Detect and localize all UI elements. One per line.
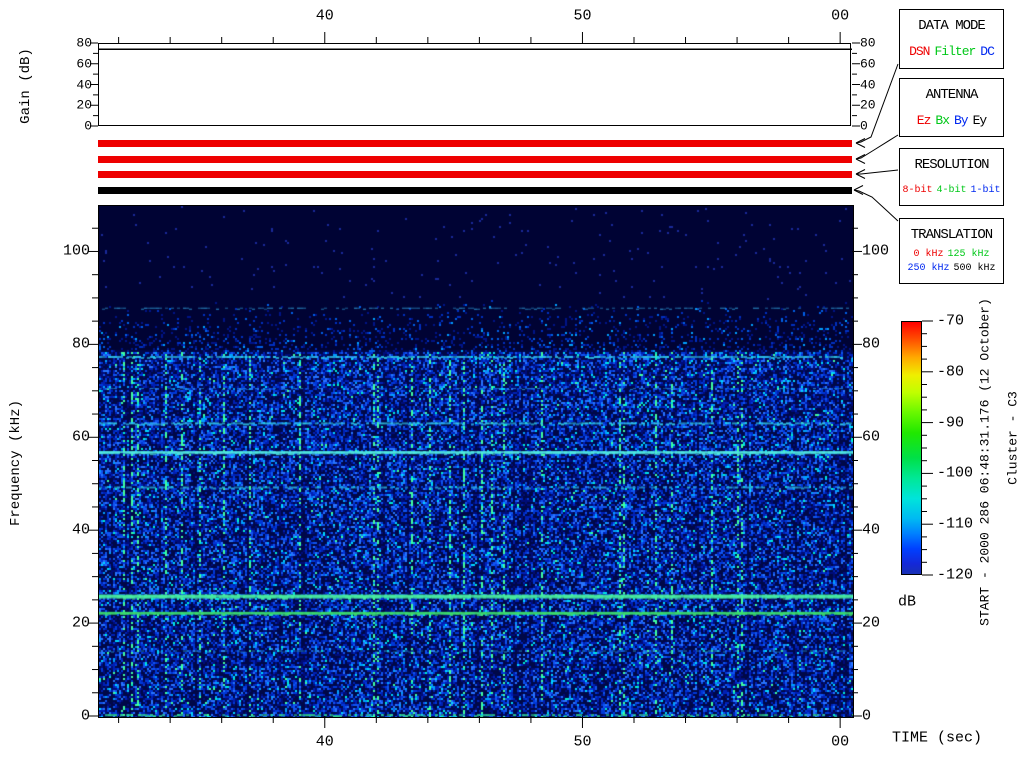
gain-ytick-label-right: 40 [860, 77, 876, 92]
time-tick-label-top: 50 [573, 7, 592, 25]
freq-tick-label-left: 20 [71, 614, 90, 632]
gain-ytick-label-right: 0 [860, 118, 868, 134]
time-tick-label-bottom: 00 [831, 733, 850, 751]
freq-tick-label-right: 60 [862, 428, 881, 446]
time-axis-title: TIME (sec) [892, 729, 983, 747]
legend-item-1bit: 1-bit [970, 185, 1001, 196]
time-tick-label-bottom: 40 [315, 733, 334, 751]
legend-antenna-title: ANTENNA [925, 87, 979, 103]
gain-ytick-label-right: 20 [860, 97, 876, 113]
colorbar-tick-label: -110 [937, 515, 974, 533]
legend-item-250khz: 250 kHz [907, 263, 950, 274]
legend-item-8bit: 8-bit [902, 185, 933, 196]
freq-tick-label-right: 40 [862, 521, 881, 539]
gain-ytick-label-left: 60 [76, 56, 92, 72]
freq-tick-label-left: 100 [62, 242, 90, 260]
legend-item-0khz: 0 kHz [913, 249, 944, 260]
time-tick-label-bottom: 50 [573, 733, 592, 751]
time-tick-label-top: 40 [315, 7, 334, 25]
gain-ytick-label-right: 60 [860, 56, 876, 72]
legend-item-dsn: DSN [909, 44, 930, 59]
gain-ytick-label-left: 40 [76, 77, 92, 92]
legend-item-ez: Ez [916, 113, 932, 128]
translation-status-bar [98, 187, 852, 194]
gain-plot-panel [98, 43, 851, 126]
gain-ytick-label-right: 80 [860, 35, 876, 51]
freq-tick-label-right: 0 [862, 707, 872, 725]
spectrogram-image [98, 205, 854, 718]
legend-item-dc: DC [980, 44, 995, 59]
legend-item-by: By [954, 113, 969, 128]
legend-item-filter: Filter [934, 44, 976, 59]
legend-translation-title: TRANSLATION [910, 227, 993, 243]
freq-tick-label-right: 20 [862, 614, 881, 632]
freq-tick-label-left: 0 [80, 707, 90, 725]
gain-ytick-label-left: 20 [76, 97, 92, 113]
resolution-status-bar [98, 171, 852, 178]
freq-tick-label-right: 100 [862, 242, 890, 260]
spacecraft-annotation: Cluster - C3 [1005, 391, 1021, 485]
data-mode-status-bar [98, 140, 852, 147]
freq-tick-label-left: 80 [71, 335, 90, 353]
legend-item-125khz: 125 kHz [947, 249, 990, 260]
legend-antenna: ANTENNA Ez Bx By Ey [899, 78, 1004, 137]
freq-tick-label-left: 60 [71, 428, 90, 446]
legend-resolution: RESOLUTION 8-bit 4-bit 1-bit [899, 148, 1004, 206]
antenna-status-bar [98, 156, 852, 163]
legend-data-mode: DATA MODE DSN Filter DC [899, 9, 1004, 69]
colorbar-tick-label: -120 [937, 566, 974, 584]
freq-tick-label-left: 40 [71, 521, 90, 539]
legend-item-bx: Bx [935, 113, 950, 128]
start-time-annotation: START - 2000 286 06:48:31.176 (12 Octobe… [977, 298, 993, 626]
colorbar-tick-label: -70 [937, 312, 965, 330]
time-tick-label-top: 00 [831, 7, 850, 25]
gain-ytick-label-left: 80 [76, 35, 92, 51]
colorbar-tick-label: -80 [937, 363, 965, 381]
colorbar-unit-label: dB [898, 593, 917, 611]
colorbar [901, 321, 922, 575]
legend-item-4bit: 4-bit [936, 185, 967, 196]
legend-data-mode-title: DATA MODE [918, 18, 986, 34]
freq-tick-label-right: 80 [862, 335, 881, 353]
legend-item-500khz: 500 kHz [953, 263, 996, 274]
wbd-spectrogram-screen: Gain (dB) Frequency (kHz) TIME (sec) dB … [0, 0, 1024, 768]
gain-axis-title: Gain (dB) [18, 48, 34, 124]
frequency-axis-title: Frequency (kHz) [8, 399, 24, 527]
colorbar-tick-label: -90 [937, 414, 965, 432]
legend-translation: TRANSLATION 0 kHz 125 kHz 250 kHz 500 kH… [899, 218, 1004, 284]
legend-resolution-title: RESOLUTION [914, 157, 989, 173]
legend-item-ey: Ey [972, 113, 988, 128]
gain-ytick-label-left: 0 [84, 118, 92, 134]
colorbar-tick-label: -100 [937, 464, 974, 482]
